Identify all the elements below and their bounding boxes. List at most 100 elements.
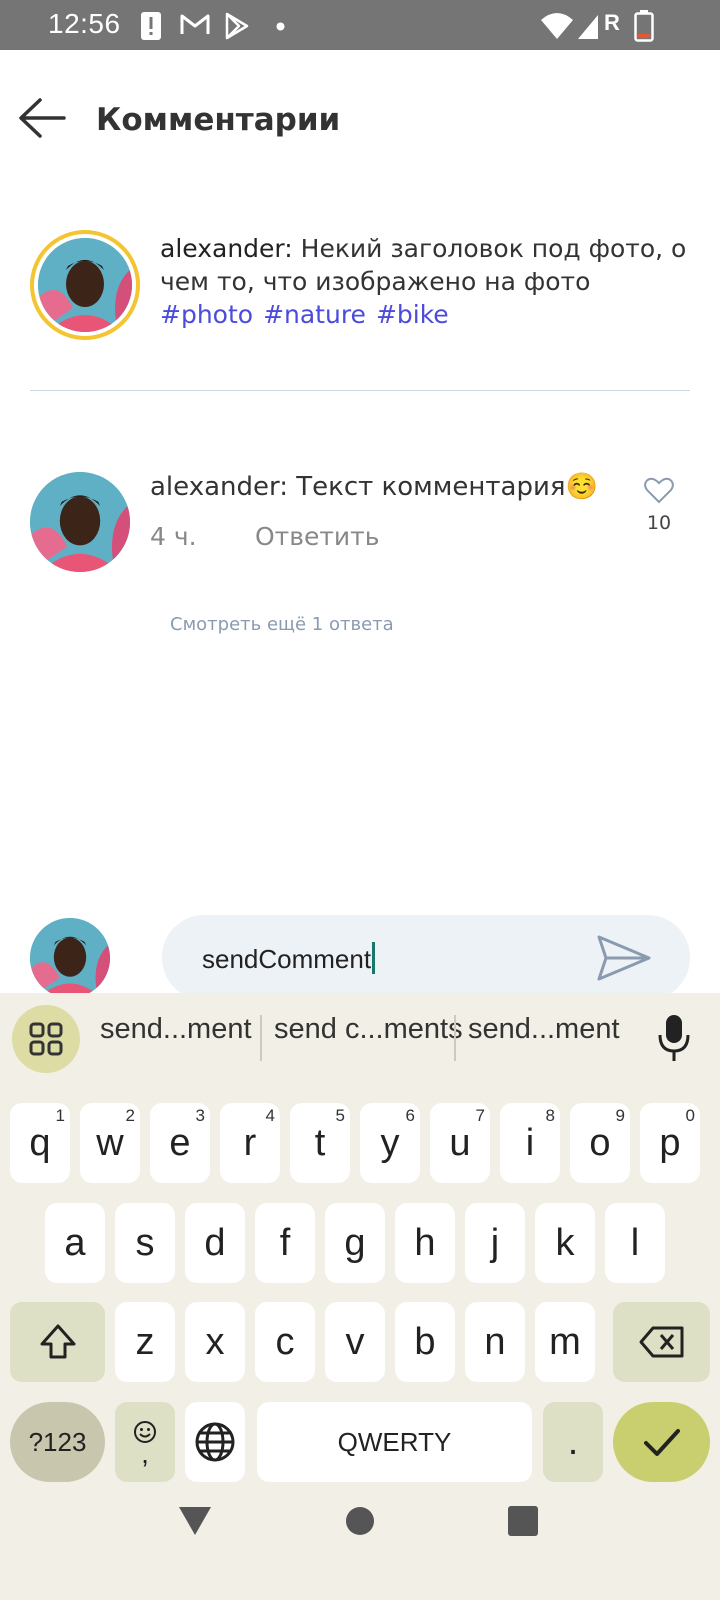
post-author-avatar-ring[interactable] bbox=[30, 230, 140, 340]
key-z[interactable]: z bbox=[115, 1302, 175, 1382]
key-label: q bbox=[29, 1121, 51, 1164]
hashtag-bike[interactable]: #bike bbox=[376, 300, 449, 329]
key-label: r bbox=[243, 1121, 257, 1164]
key-a[interactable]: a bbox=[45, 1203, 105, 1283]
key-number-hint: 3 bbox=[195, 1106, 205, 1125]
key-o[interactable]: o9 bbox=[570, 1103, 630, 1183]
globe-icon bbox=[195, 1422, 235, 1462]
comment-author-username[interactable]: alexander: bbox=[150, 472, 288, 502]
key-label: e bbox=[169, 1121, 191, 1164]
divider bbox=[30, 390, 690, 391]
key-d[interactable]: d bbox=[185, 1203, 245, 1283]
comment-author-avatar[interactable] bbox=[30, 472, 130, 572]
grid-icon bbox=[29, 1022, 63, 1056]
microphone-icon[interactable] bbox=[656, 1013, 692, 1063]
gmail-icon bbox=[180, 14, 210, 34]
post-author-username[interactable]: alexander: bbox=[160, 234, 293, 263]
key-n[interactable]: n bbox=[465, 1302, 525, 1382]
back-triangle-icon[interactable] bbox=[178, 1506, 212, 1536]
key-label: y bbox=[380, 1121, 400, 1164]
key-label: t bbox=[314, 1121, 326, 1164]
current-user-avatar bbox=[30, 918, 110, 998]
status-bar: 12:56 R bbox=[0, 0, 720, 50]
key-label: o bbox=[589, 1121, 611, 1164]
dot-icon bbox=[276, 22, 285, 31]
suggestion-2[interactable]: send c...ments bbox=[274, 1013, 463, 1046]
key-number-hint: 0 bbox=[685, 1106, 695, 1125]
wifi-icon bbox=[541, 13, 573, 39]
like-count: 10 bbox=[646, 512, 672, 534]
keyboard-apps-button[interactable] bbox=[12, 1005, 80, 1073]
status-time: 12:56 bbox=[48, 8, 121, 39]
key-t[interactable]: t5 bbox=[290, 1103, 350, 1183]
key-w[interactable]: w2 bbox=[80, 1103, 140, 1183]
post-caption: alexander: Некий заголовок под фото, о ч… bbox=[160, 232, 690, 331]
shift-key[interactable] bbox=[10, 1302, 105, 1382]
key-number-hint: 1 bbox=[55, 1106, 65, 1125]
page-title: Комментарии bbox=[96, 102, 341, 138]
key-y[interactable]: y6 bbox=[360, 1103, 420, 1183]
key-v[interactable]: v bbox=[325, 1302, 385, 1382]
back-arrow-icon[interactable] bbox=[16, 96, 68, 140]
signal-icon bbox=[578, 15, 598, 39]
key-m[interactable]: m bbox=[535, 1302, 595, 1382]
key-label: p bbox=[659, 1121, 681, 1164]
key-g[interactable]: g bbox=[325, 1203, 385, 1283]
hashtag-nature[interactable]: #nature bbox=[263, 300, 366, 329]
play-store-icon bbox=[225, 12, 249, 40]
roaming-r-icon: R bbox=[604, 10, 620, 35]
post-author-avatar bbox=[38, 238, 132, 332]
comment-input-value[interactable]: sendComment bbox=[202, 942, 376, 975]
suggestion-1[interactable]: send...ment bbox=[100, 1013, 252, 1046]
heart-icon[interactable] bbox=[644, 476, 674, 504]
suggestion-separator bbox=[260, 1015, 262, 1061]
comment-timestamp: 4 ч. bbox=[150, 522, 197, 551]
key-h[interactable]: h bbox=[395, 1203, 455, 1283]
recents-square-icon[interactable] bbox=[508, 1506, 538, 1536]
backspace-icon bbox=[639, 1326, 683, 1358]
send-icon[interactable] bbox=[596, 934, 652, 982]
key-p[interactable]: p0 bbox=[640, 1103, 700, 1183]
key-label: u bbox=[449, 1121, 471, 1164]
battery-icon bbox=[634, 10, 654, 42]
suggestion-bar: send...ment send c...ments send...ment bbox=[0, 993, 720, 1079]
suggestion-separator bbox=[454, 1015, 456, 1061]
comment-text: Текст комментария☺️ bbox=[296, 472, 598, 502]
app-header: Комментарии bbox=[0, 50, 720, 190]
checkmark-icon bbox=[643, 1429, 680, 1456]
comment-text-line: alexander: Текст комментария☺️ bbox=[150, 472, 598, 502]
navigation-bar bbox=[0, 1470, 720, 1600]
home-circle-icon[interactable] bbox=[345, 1506, 375, 1536]
key-label: i bbox=[525, 1121, 535, 1164]
key-u[interactable]: u7 bbox=[430, 1103, 490, 1183]
key-number-hint: 5 bbox=[335, 1106, 345, 1125]
key-s[interactable]: s bbox=[115, 1203, 175, 1283]
key-c[interactable]: c bbox=[255, 1302, 315, 1382]
backspace-key[interactable] bbox=[613, 1302, 710, 1382]
key-q[interactable]: q1 bbox=[10, 1103, 70, 1183]
comma-label: , bbox=[141, 1438, 149, 1469]
reply-button[interactable]: Ответить bbox=[255, 522, 379, 551]
key-r[interactable]: r4 bbox=[220, 1103, 280, 1183]
key-i[interactable]: i8 bbox=[500, 1103, 560, 1183]
suggestion-3[interactable]: send...ment bbox=[468, 1013, 620, 1046]
key-b[interactable]: b bbox=[395, 1302, 455, 1382]
alert-icon bbox=[141, 12, 161, 40]
key-number-hint: 8 bbox=[545, 1106, 555, 1125]
key-number-hint: 7 bbox=[475, 1106, 485, 1125]
key-f[interactable]: f bbox=[255, 1203, 315, 1283]
key-j[interactable]: j bbox=[465, 1203, 525, 1283]
key-l[interactable]: l bbox=[605, 1203, 665, 1283]
key-number-hint: 2 bbox=[125, 1106, 135, 1125]
key-k[interactable]: k bbox=[535, 1203, 595, 1283]
key-number-hint: 4 bbox=[265, 1106, 275, 1125]
key-e[interactable]: e3 bbox=[150, 1103, 210, 1183]
hashtag-photo[interactable]: #photo bbox=[160, 300, 253, 329]
text-cursor bbox=[372, 942, 376, 974]
shift-icon bbox=[40, 1324, 75, 1359]
view-more-replies-link[interactable]: Смотреть ещё 1 ответа bbox=[170, 614, 394, 635]
key-label: w bbox=[96, 1121, 124, 1164]
key-number-hint: 6 bbox=[405, 1106, 415, 1125]
key-x[interactable]: x bbox=[185, 1302, 245, 1382]
key-number-hint: 9 bbox=[615, 1106, 625, 1125]
